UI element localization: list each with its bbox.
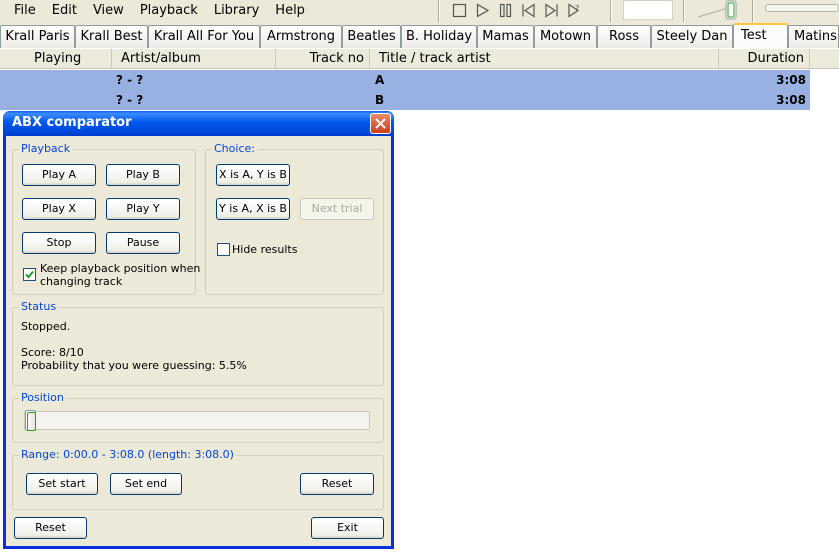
play-y-button[interactable]: Play Y bbox=[106, 198, 180, 220]
row-artist-album: ? - ? bbox=[116, 73, 144, 87]
menu-bar: File Edit View Playback Library Help bbox=[0, 0, 313, 22]
column-title[interactable]: Title / track artist bbox=[370, 49, 719, 68]
tab-krall-best[interactable]: Krall Best bbox=[75, 25, 148, 48]
dialog-body: Playback Play A Play B Play X Play Y Sto… bbox=[6, 136, 391, 546]
abx-comparator-dialog: ABX comparator Playback Play A Play B Pl… bbox=[3, 111, 394, 549]
exit-button[interactable]: Exit bbox=[311, 517, 384, 539]
toolbar-separator bbox=[752, 0, 754, 22]
seek-bar[interactable] bbox=[765, 4, 839, 12]
svg-text:?: ? bbox=[575, 4, 579, 13]
keep-position-label: Keep playback position when changing tra… bbox=[40, 262, 200, 288]
set-end-button[interactable]: Set end bbox=[110, 473, 182, 495]
pause-button[interactable]: Pause bbox=[106, 232, 180, 254]
close-icon[interactable] bbox=[370, 113, 391, 134]
menu-edit[interactable]: Edit bbox=[44, 0, 85, 22]
reset-button[interactable]: Reset bbox=[14, 517, 87, 539]
next-icon[interactable] bbox=[543, 2, 560, 19]
next-trial-button[interactable]: Next trial bbox=[300, 198, 374, 220]
tab-krall-paris[interactable]: Krall Paris bbox=[0, 25, 75, 48]
playlist-tabs: Krall Paris Krall Best Krall All For You… bbox=[0, 22, 839, 48]
range-reset-button[interactable]: Reset bbox=[300, 473, 374, 495]
hide-results-checkbox[interactable] bbox=[217, 243, 230, 256]
status-text: Stopped. bbox=[21, 320, 71, 333]
menu-toolbar: File Edit View Playback Library Help ? bbox=[0, 0, 839, 22]
tab-matins[interactable]: Matins bbox=[788, 25, 839, 48]
position-group-label: Position bbox=[19, 391, 66, 404]
column-artist-album[interactable]: Artist/album bbox=[112, 49, 276, 68]
random-icon[interactable]: ? bbox=[566, 2, 583, 19]
playlist-row[interactable]: ? - ? B 3:08 bbox=[0, 90, 810, 110]
menu-file[interactable]: File bbox=[0, 0, 44, 22]
app-window: File Edit View Playback Library Help ? K… bbox=[0, 0, 839, 552]
previous-icon[interactable] bbox=[520, 2, 537, 19]
tab-steely-dan[interactable]: Steely Dan bbox=[651, 25, 733, 48]
position-slider-thumb[interactable] bbox=[25, 410, 36, 431]
keep-position-label-line2: changing track bbox=[40, 275, 123, 288]
x-is-a-button[interactable]: X is A, Y is B bbox=[216, 164, 290, 186]
column-duration[interactable]: Duration bbox=[719, 49, 810, 68]
toolbar-display bbox=[623, 0, 673, 20]
play-a-button[interactable]: Play A bbox=[22, 164, 96, 186]
menu-view[interactable]: View bbox=[85, 0, 132, 22]
tab-b-holiday[interactable]: B. Holiday bbox=[401, 25, 477, 48]
row-duration: 3:08 bbox=[776, 93, 806, 107]
row-artist-album: ? - ? bbox=[116, 93, 144, 107]
volume-slider[interactable] bbox=[697, 0, 738, 20]
tab-mamas[interactable]: Mamas bbox=[477, 25, 534, 48]
playlist-row[interactable]: ? - ? A 3:08 bbox=[0, 70, 810, 90]
toolbar-separator bbox=[683, 0, 685, 22]
menu-help[interactable]: Help bbox=[267, 0, 313, 22]
play-x-button[interactable]: Play X bbox=[22, 198, 96, 220]
column-track-no[interactable]: Track no bbox=[276, 49, 370, 68]
pause-icon[interactable] bbox=[497, 2, 514, 19]
stop-button[interactable]: Stop bbox=[22, 232, 96, 254]
tab-ross[interactable]: Ross bbox=[597, 25, 651, 48]
column-playing[interactable]: Playing bbox=[0, 49, 112, 68]
playlist-header: Playing Artist/album Track no Title / tr… bbox=[0, 49, 839, 69]
position-slider[interactable] bbox=[24, 410, 370, 431]
status-group-label: Status bbox=[19, 300, 59, 313]
keep-position-label-line1: Keep playback position when bbox=[40, 262, 201, 275]
probability-text: Probability that you were guessing: 5.5% bbox=[21, 359, 247, 372]
keep-position-checkbox[interactable] bbox=[23, 268, 36, 281]
choice-group-label: Choice: bbox=[212, 142, 257, 155]
y-is-a-button[interactable]: Y is A, X is B bbox=[216, 198, 290, 220]
hide-results-label: Hide results bbox=[232, 243, 298, 256]
toolbar-separator bbox=[610, 0, 612, 22]
tab-motown[interactable]: Motown bbox=[534, 25, 597, 48]
menu-playback[interactable]: Playback bbox=[132, 0, 206, 22]
tab-beatles[interactable]: Beatles bbox=[342, 25, 401, 48]
dialog-title-bar[interactable]: ABX comparator bbox=[3, 111, 394, 136]
set-start-button[interactable]: Set start bbox=[26, 473, 98, 495]
score-text: Score: 8/10 bbox=[21, 346, 84, 359]
dialog-title: ABX comparator bbox=[12, 115, 132, 130]
play-b-button[interactable]: Play B bbox=[106, 164, 180, 186]
tab-krall-all-for-you[interactable]: Krall All For You bbox=[148, 25, 260, 48]
tab-armstrong[interactable]: Armstrong bbox=[260, 25, 342, 48]
tab-test[interactable]: Test bbox=[733, 23, 788, 48]
stop-icon[interactable] bbox=[451, 2, 468, 19]
toolbar-separator bbox=[438, 0, 440, 22]
play-icon[interactable] bbox=[474, 2, 491, 19]
row-duration: 3:08 bbox=[776, 73, 806, 87]
row-title: A bbox=[375, 73, 385, 87]
playback-group-label: Playback bbox=[19, 142, 73, 155]
menu-library[interactable]: Library bbox=[206, 0, 267, 22]
range-group-label: Range: 0:00.0 - 3:08.0 (length: 3:08.0) bbox=[19, 448, 236, 461]
row-title: B bbox=[375, 93, 385, 107]
